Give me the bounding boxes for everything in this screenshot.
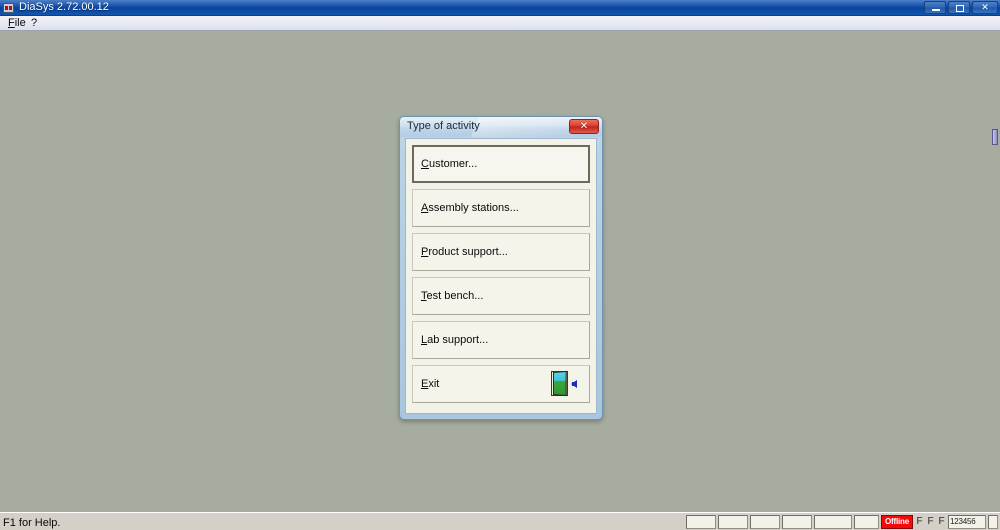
status-hint: F1 for Help. — [3, 517, 61, 529]
status-badge-connection-label: Offline — [885, 517, 909, 526]
status-panel-number: 123456 — [948, 515, 986, 529]
status-flag-1: F — [916, 516, 923, 527]
statusbar: F1 for Help. Offline F F F 123456 — [0, 512, 1000, 530]
dialog-titlebar: Type of activity ✕ — [400, 117, 602, 137]
window-controls: ✕ — [924, 1, 998, 15]
activity-button-customer[interactable]: Customer... — [412, 145, 590, 183]
restore-icon — [956, 5, 964, 12]
dialog-close-icon: ✕ — [579, 121, 589, 132]
menu-item-help[interactable]: ? — [26, 17, 42, 30]
activity-button-exit-label: Exit — [421, 378, 440, 390]
status-panel-number-label: 123456 — [950, 517, 976, 526]
status-panels: Offline F F F 123456 — [686, 515, 998, 529]
activity-button-customer-label: Customer... — [421, 158, 478, 170]
restore-button[interactable] — [948, 1, 970, 14]
window-title: DiaSys 2.72.00.12 — [19, 1, 109, 13]
activity-button-product-support[interactable]: Product support... — [412, 233, 590, 271]
minimize-button[interactable] — [924, 1, 946, 14]
exit-door-icon — [549, 370, 577, 398]
status-panel-2 — [718, 515, 748, 529]
application-window: DiaSys 2.72.00.12 ✕ File ? Type of activ… — [0, 0, 1000, 530]
titlebar-sheen — [0, 0, 1000, 7]
status-flag-2: F — [927, 516, 934, 527]
status-panel-3 — [750, 515, 780, 529]
activity-button-test-bench-label: Test bench... — [421, 290, 484, 302]
menu-item-file-label: ile — [14, 17, 26, 29]
activity-button-test-bench[interactable]: Test bench... — [412, 277, 590, 315]
close-icon: ✕ — [981, 2, 989, 12]
dialog-close-button[interactable]: ✕ — [569, 119, 599, 134]
type-of-activity-dialog: Type of activity ✕ Customer... Assembly … — [399, 116, 603, 420]
activity-button-product-support-label: Product support... — [421, 246, 508, 258]
activity-button-exit[interactable]: Exit — [412, 365, 590, 403]
menu-item-help-label: ? — [31, 17, 38, 29]
status-panel-4 — [782, 515, 812, 529]
status-panel-6 — [854, 515, 879, 529]
window-titlebar: DiaSys 2.72.00.12 ✕ — [0, 0, 1000, 16]
close-button[interactable]: ✕ — [972, 1, 998, 14]
edge-cursor-artifact — [992, 129, 998, 145]
dialog-body: Customer... Assembly stations... Product… — [405, 138, 597, 414]
activity-button-lab-support[interactable]: Lab support... — [412, 321, 590, 359]
activity-button-lab-support-label: Lab support... — [421, 334, 489, 346]
status-panel-tail — [988, 515, 998, 529]
app-icon — [3, 3, 14, 13]
activity-button-assembly-stations[interactable]: Assembly stations... — [412, 189, 590, 227]
status-panel-1 — [686, 515, 716, 529]
minimize-icon — [932, 9, 940, 11]
dialog-title: Type of activity — [407, 120, 480, 132]
status-badge-connection: Offline — [881, 515, 913, 529]
status-panel-5 — [814, 515, 852, 529]
menubar: File ? — [0, 16, 1000, 31]
activity-button-assembly-stations-label: Assembly stations... — [421, 202, 519, 214]
status-flag-3: F — [938, 516, 945, 527]
